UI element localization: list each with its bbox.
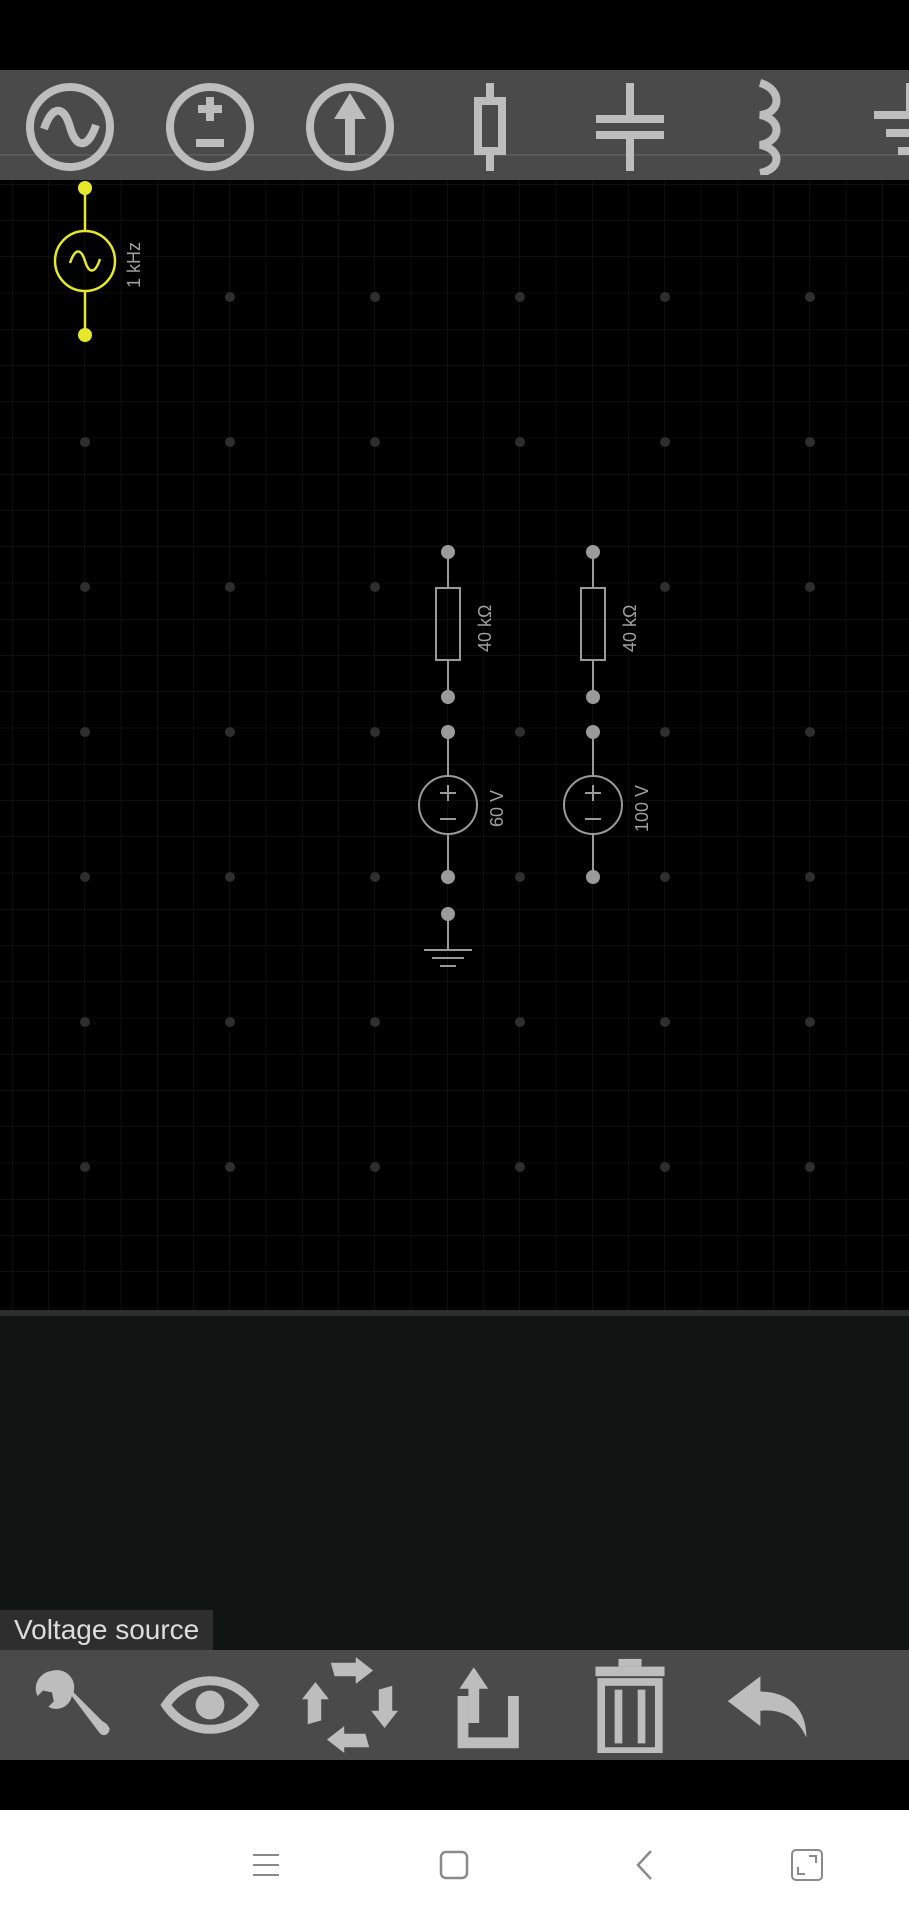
trash-icon [595, 1658, 665, 1753]
home-button[interactable] [414, 1810, 494, 1920]
back-chevron-icon [636, 1850, 652, 1880]
rotate-button[interactable] [280, 1650, 420, 1760]
undo-button[interactable] [700, 1650, 840, 1760]
circuit-canvas[interactable]: 1 kHz 40 kΩ 40 kΩ 60 V 100 V [0, 180, 909, 1310]
selected-component-label: Voltage source [0, 1610, 214, 1650]
resistor-2-label: 40 kΩ [620, 605, 640, 652]
undo-icon [727, 1676, 807, 1738]
expand-button[interactable] [767, 1810, 847, 1920]
ground-tool[interactable] [840, 70, 909, 180]
dc-voltage-source-tool[interactable] [140, 70, 280, 180]
resistor-tool[interactable] [420, 70, 560, 180]
home-square-icon [439, 1850, 469, 1880]
ac-source-terminal-top[interactable] [78, 181, 92, 195]
ground-icon [874, 83, 909, 155]
dc-voltage-source-icon [166, 83, 254, 171]
menu-button[interactable] [226, 1810, 306, 1920]
status-bar [0, 0, 909, 70]
resistor-1-label: 40 kΩ [475, 605, 495, 652]
resistor-icon [474, 83, 506, 171]
grid [0, 180, 909, 1310]
action-toolbar [0, 1650, 909, 1760]
current-source-tool[interactable] [280, 70, 420, 180]
output-panel [0, 1316, 909, 1650]
component-toolbar [0, 70, 909, 180]
current-source-icon [306, 83, 394, 171]
system-nav-bar [0, 1810, 909, 1920]
voltage-source-1-label: 60 V [487, 790, 507, 827]
menu-icon [253, 1854, 279, 1876]
rotate-icon [302, 1657, 398, 1753]
view-button[interactable] [140, 1650, 280, 1760]
back-button[interactable] [605, 1810, 685, 1920]
flip-button[interactable] [420, 1650, 560, 1760]
delete-button[interactable] [560, 1650, 700, 1760]
inductor-tool[interactable] [700, 70, 840, 180]
properties-button[interactable] [0, 1650, 140, 1760]
bottom-gap [0, 1760, 909, 1810]
capacitor-icon [596, 83, 664, 171]
voltage-source-2-label: 100 V [632, 785, 652, 832]
eye-icon [160, 1676, 260, 1734]
wrench-icon [35, 1670, 110, 1736]
inductor-icon [758, 79, 781, 175]
ac-source-icon [26, 83, 114, 171]
circuit-diagram: 1 kHz 40 kΩ 40 kΩ 60 V 100 V [0, 180, 909, 1310]
ac-source-tool[interactable] [0, 70, 140, 180]
expand-icon [791, 1849, 823, 1881]
capacitor-tool[interactable] [560, 70, 700, 180]
flip-icon [457, 1667, 519, 1749]
ac-source-terminal-bottom[interactable] [78, 328, 92, 342]
ac-source-label: 1 kHz [124, 242, 144, 288]
